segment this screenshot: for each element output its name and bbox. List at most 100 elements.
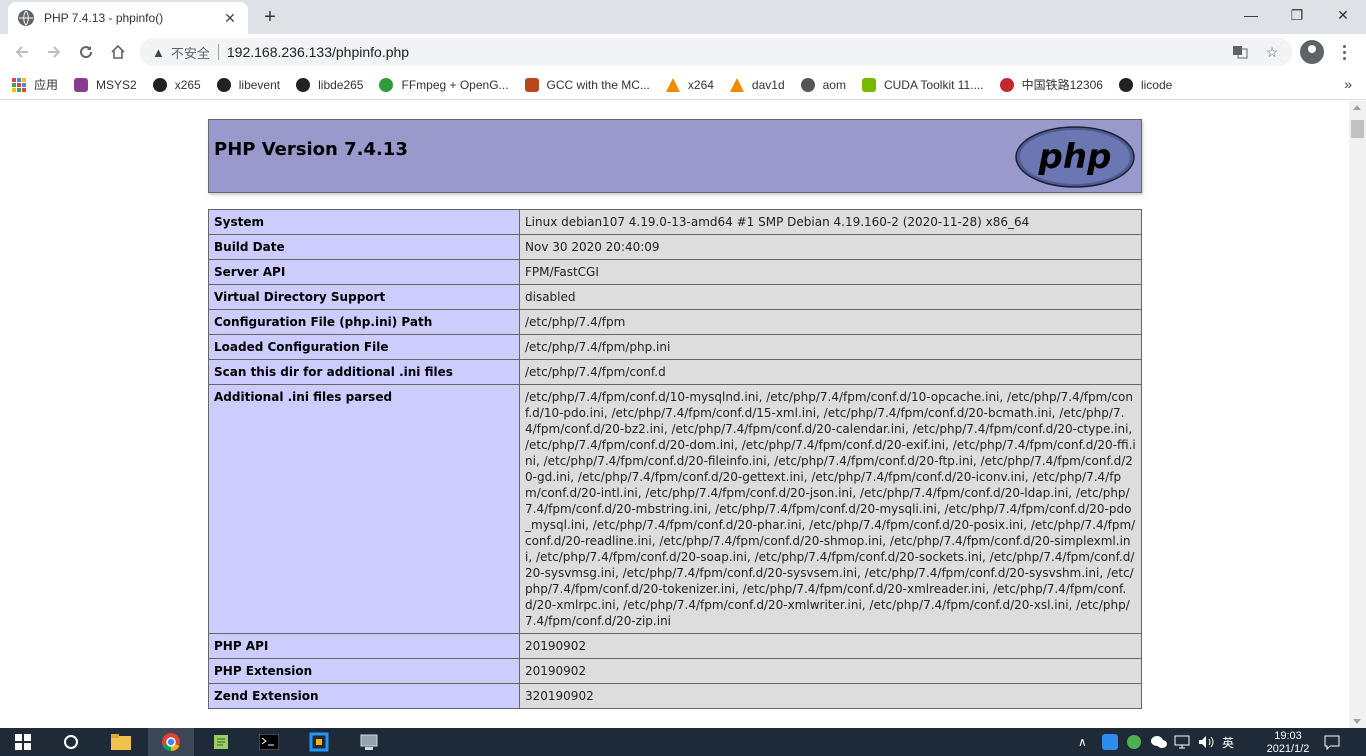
- info-key: PHP Extension: [208, 658, 520, 684]
- info-value: disabled: [519, 284, 1142, 310]
- notification-icon[interactable]: [1324, 728, 1340, 756]
- wechat-icon[interactable]: [1150, 728, 1168, 756]
- bookmark-item[interactable]: licode: [1118, 77, 1172, 92]
- tray-app-icon-1[interactable]: [1102, 728, 1118, 756]
- translate-icon[interactable]: [1226, 38, 1254, 66]
- bookmarks-overflow-icon[interactable]: »: [1344, 76, 1352, 92]
- bookmark-item[interactable]: aom: [800, 77, 846, 92]
- insecure-label: 不安全: [170, 45, 210, 61]
- vlc-icon: [729, 77, 744, 92]
- ffmpeg-icon: [379, 77, 394, 92]
- info-key: Zend Extension: [208, 683, 520, 709]
- info-row: Additional .ini files parsed/etc/php/7.4…: [208, 384, 1142, 634]
- tab-title: PHP 7.4.13 - phpinfo(): [44, 11, 164, 25]
- back-arrow-icon: [15, 46, 28, 58]
- bookmark-item[interactable]: GCC with the MC...: [524, 77, 650, 92]
- info-row: Loaded Configuration File/etc/php/7.4/fp…: [208, 334, 1142, 360]
- bookmark-label: dav1d: [751, 77, 785, 92]
- github-icon: [1118, 77, 1133, 92]
- bookmark-label: libevent: [238, 77, 281, 92]
- info-value: Linux debian107 4.19.0-13-amd64 #1 SMP D…: [519, 209, 1142, 235]
- bookmark-item[interactable]: x265: [152, 77, 201, 92]
- msys2-icon: [74, 77, 89, 92]
- ime-label[interactable]: 英: [1222, 728, 1234, 756]
- volume-icon[interactable]: [1198, 728, 1214, 756]
- info-value: FPM/FastCGI: [519, 259, 1142, 285]
- bookmark-item[interactable]: 中国铁路12306: [999, 76, 1103, 93]
- apps-grid-icon: [12, 77, 26, 92]
- remote-desktop-icon[interactable]: [346, 728, 392, 756]
- url-text[interactable]: 192.168.236.133/phpinfo.php: [227, 44, 409, 60]
- info-value: /etc/php/7.4/fpm: [519, 309, 1142, 335]
- file-explorer-icon[interactable]: [98, 728, 144, 756]
- warning-triangle-icon: ▲: [152, 44, 165, 60]
- bookmark-label: libde265: [318, 77, 364, 92]
- windows-start-icon[interactable]: [0, 728, 46, 756]
- reload-button[interactable]: [72, 38, 100, 66]
- bookmark-item[interactable]: MSYS2: [74, 77, 137, 92]
- browser-title-bar: PHP 7.4.13 - phpinfo() ✕ + — ❐ ✕: [0, 0, 1366, 34]
- bookmark-item[interactable]: x264: [665, 77, 714, 92]
- railway-icon: [999, 77, 1014, 92]
- php-logo-icon[interactable]: php: [1015, 126, 1135, 188]
- bookmark-label: GCC with the MC...: [546, 77, 650, 92]
- virtualbox-icon[interactable]: [296, 728, 342, 756]
- minimize-button[interactable]: —: [1228, 0, 1274, 30]
- info-row: Server API FPM/FastCGI: [208, 259, 1142, 285]
- close-window-button[interactable]: ✕: [1320, 0, 1366, 30]
- browser-toolbar: ▲ 不安全 192.168.236.133/phpinfo.php ☆: [0, 34, 1366, 70]
- taskbar-clock[interactable]: 19:03 2021/1/2: [1258, 730, 1318, 756]
- info-value: Nov 30 2020 20:40:09: [519, 234, 1142, 260]
- tray-chevron-icon[interactable]: ∧: [1078, 728, 1087, 756]
- info-key: Server API: [208, 259, 520, 285]
- info-row: Configuration File (php.ini) Path/etc/ph…: [208, 309, 1142, 335]
- bookmark-item[interactable]: CUDA Toolkit 11....: [861, 77, 984, 92]
- scroll-up-icon[interactable]: [1353, 105, 1361, 110]
- info-key: PHP API: [208, 633, 520, 659]
- info-key: Build Date: [208, 234, 520, 260]
- scroll-down-icon[interactable]: [1353, 719, 1361, 724]
- chrome-taskbar-icon[interactable]: [148, 728, 194, 756]
- address-separator: [217, 44, 219, 60]
- bookmark-item[interactable]: libevent: [216, 77, 281, 92]
- info-key: System: [208, 209, 520, 235]
- tab-close-icon[interactable]: ✕: [222, 10, 238, 26]
- new-tab-button[interactable]: +: [258, 5, 282, 29]
- info-value: /etc/php/7.4/fpm/php.ini: [519, 334, 1142, 360]
- gcc-icon: [524, 77, 539, 92]
- restore-button[interactable]: ❐: [1274, 0, 1320, 30]
- php-info-table: System Linux debian107 4.19.0-13-amd64 #1…: [208, 209, 1142, 709]
- forward-button[interactable]: [40, 38, 68, 66]
- profile-avatar-icon[interactable]: [1300, 40, 1324, 64]
- info-key: Scan this dir for additional .ini files: [208, 359, 520, 385]
- notepad-icon[interactable]: [198, 728, 244, 756]
- tray-app-icon-2[interactable]: [1126, 728, 1142, 756]
- back-button[interactable]: [8, 38, 36, 66]
- scroll-thumb[interactable]: [1351, 120, 1364, 138]
- bookmark-item[interactable]: libde265: [296, 77, 364, 92]
- bookmark-item[interactable]: 应用: [12, 76, 58, 93]
- info-row: Build Date Nov 30 2020 20:40:09: [208, 234, 1142, 260]
- bookmark-label: CUDA Toolkit 11....: [883, 77, 984, 92]
- bookmark-item[interactable]: dav1d: [729, 77, 785, 92]
- bookmark-item[interactable]: FFmpeg + OpenG...: [379, 77, 509, 92]
- globe-icon: [18, 10, 34, 26]
- home-button[interactable]: [104, 38, 132, 66]
- bookmark-star-icon[interactable]: ☆: [1258, 38, 1286, 66]
- menu-kebab-icon[interactable]: [1334, 40, 1354, 64]
- clock-time: 19:03: [1274, 730, 1302, 742]
- info-row: PHP API 20190902: [208, 633, 1142, 659]
- vertical-scrollbar[interactable]: [1349, 101, 1366, 728]
- info-key: Configuration File (php.ini) Path: [208, 309, 520, 335]
- browser-tab-active[interactable]: PHP 7.4.13 - phpinfo() ✕: [8, 2, 248, 34]
- address-bar[interactable]: ▲ 不安全 192.168.236.133/phpinfo.php: [140, 38, 1292, 66]
- reload-icon: [80, 46, 93, 59]
- globe-icon: [800, 77, 815, 92]
- bookmark-label: 应用: [34, 78, 59, 92]
- bookmark-label: x265: [174, 77, 201, 92]
- network-icon[interactable]: [1174, 728, 1190, 756]
- vlc-icon: [665, 77, 680, 92]
- php-version-title: PHP Version 7.4.13: [214, 139, 408, 160]
- search-circle-icon[interactable]: [48, 728, 94, 756]
- terminal-icon[interactable]: [246, 728, 292, 756]
